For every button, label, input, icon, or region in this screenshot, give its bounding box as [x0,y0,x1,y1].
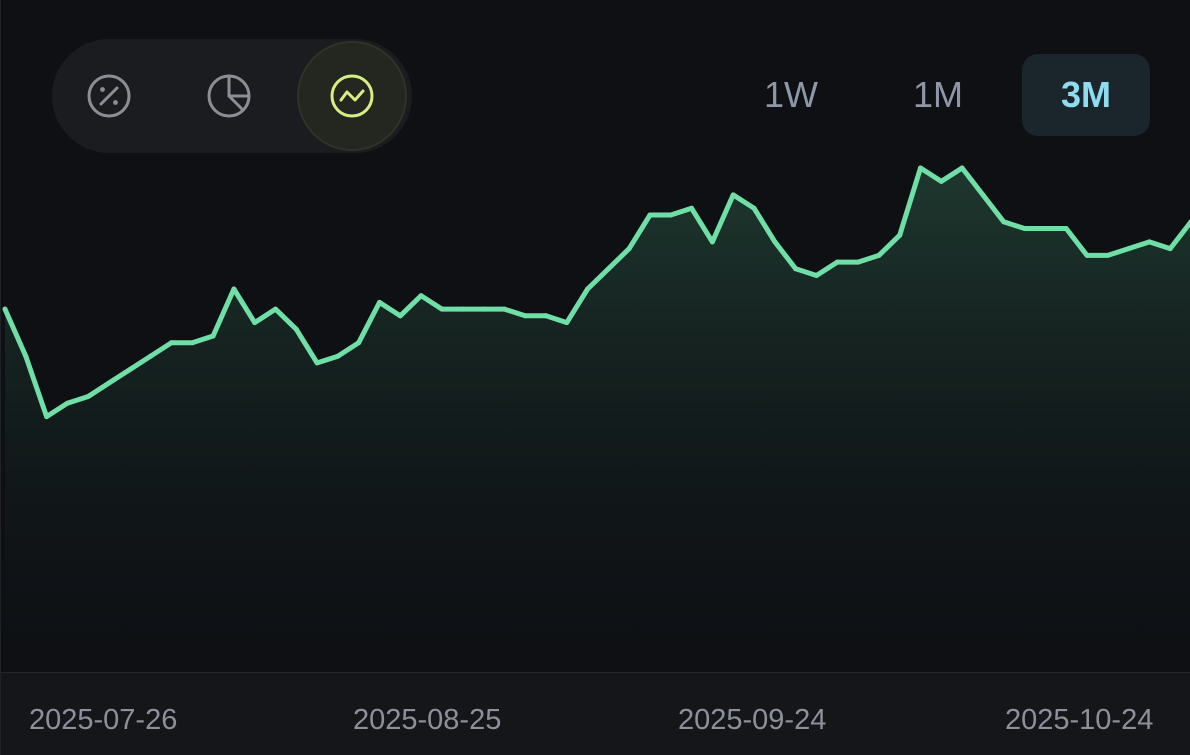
data-point [1105,252,1111,258]
data-point [501,306,507,312]
data-point [585,286,591,292]
percent-view-button[interactable] [54,41,164,151]
data-point [106,380,112,386]
data-point [127,367,133,373]
data-point [980,192,986,198]
data-point [1042,226,1048,231]
x-tick-label: 2025-07-26 [29,704,178,736]
data-point [772,239,778,245]
data-point [335,353,341,359]
data-point [543,313,549,319]
data-point [481,306,487,312]
data-point [1084,252,1090,258]
data-point [44,414,50,420]
data-point [751,205,757,211]
area-fill [5,168,1190,672]
data-point [1146,239,1152,245]
data-point [1126,246,1132,252]
data-point [2,306,8,312]
range-tab-1w[interactable]: 1W [727,54,855,136]
data-point [293,326,299,332]
data-point [814,273,819,278]
data-point [314,360,320,366]
x-tick-label: 2025-10-24 [1005,704,1154,736]
data-point [897,232,903,238]
data-point [938,178,944,184]
data-point [605,266,611,272]
portfolio-chart-card: 1W 1M 3M 2025-07-26 2025-08-25 2025-09-2… [0,0,1190,755]
data-point [1063,226,1069,231]
data-point [668,212,674,218]
data-point [522,313,528,319]
data-point [647,212,653,218]
data-point [231,286,237,292]
data-point [189,340,195,346]
pie-chart-icon [207,74,251,118]
data-point [460,306,466,312]
data-point [626,246,632,252]
data-point [959,165,965,171]
data-point [855,259,861,265]
line-view-button[interactable] [297,41,407,151]
data-point [793,266,799,272]
data-point [273,306,278,312]
data-point [730,192,736,198]
data-point [210,333,216,339]
data-point [1001,219,1007,225]
x-tick-label: 2025-08-25 [353,704,502,736]
view-mode-switch [52,39,412,153]
data-point [418,293,424,299]
data-point [252,320,258,326]
data-point [876,252,882,258]
data-point [148,353,154,359]
x-tick-label: 2025-09-24 [678,704,827,736]
data-point [689,205,695,211]
data-point [169,340,174,346]
data-point [377,299,382,305]
data-point [23,353,29,359]
data-point [834,259,840,265]
data-point [918,165,923,171]
percent-icon [87,74,131,118]
data-point [564,320,570,326]
line-chart-icon [330,74,374,118]
data-point [356,340,362,346]
data-point [85,394,91,399]
range-tab-3m[interactable]: 3M [1022,54,1150,136]
range-tab-1m[interactable]: 1M [874,54,1002,136]
data-point [439,306,445,312]
pie-view-button[interactable] [174,41,284,151]
data-point [397,313,403,319]
data-point [709,239,715,245]
data-point [1167,246,1173,252]
data-point [1022,226,1027,231]
data-point [64,400,70,406]
